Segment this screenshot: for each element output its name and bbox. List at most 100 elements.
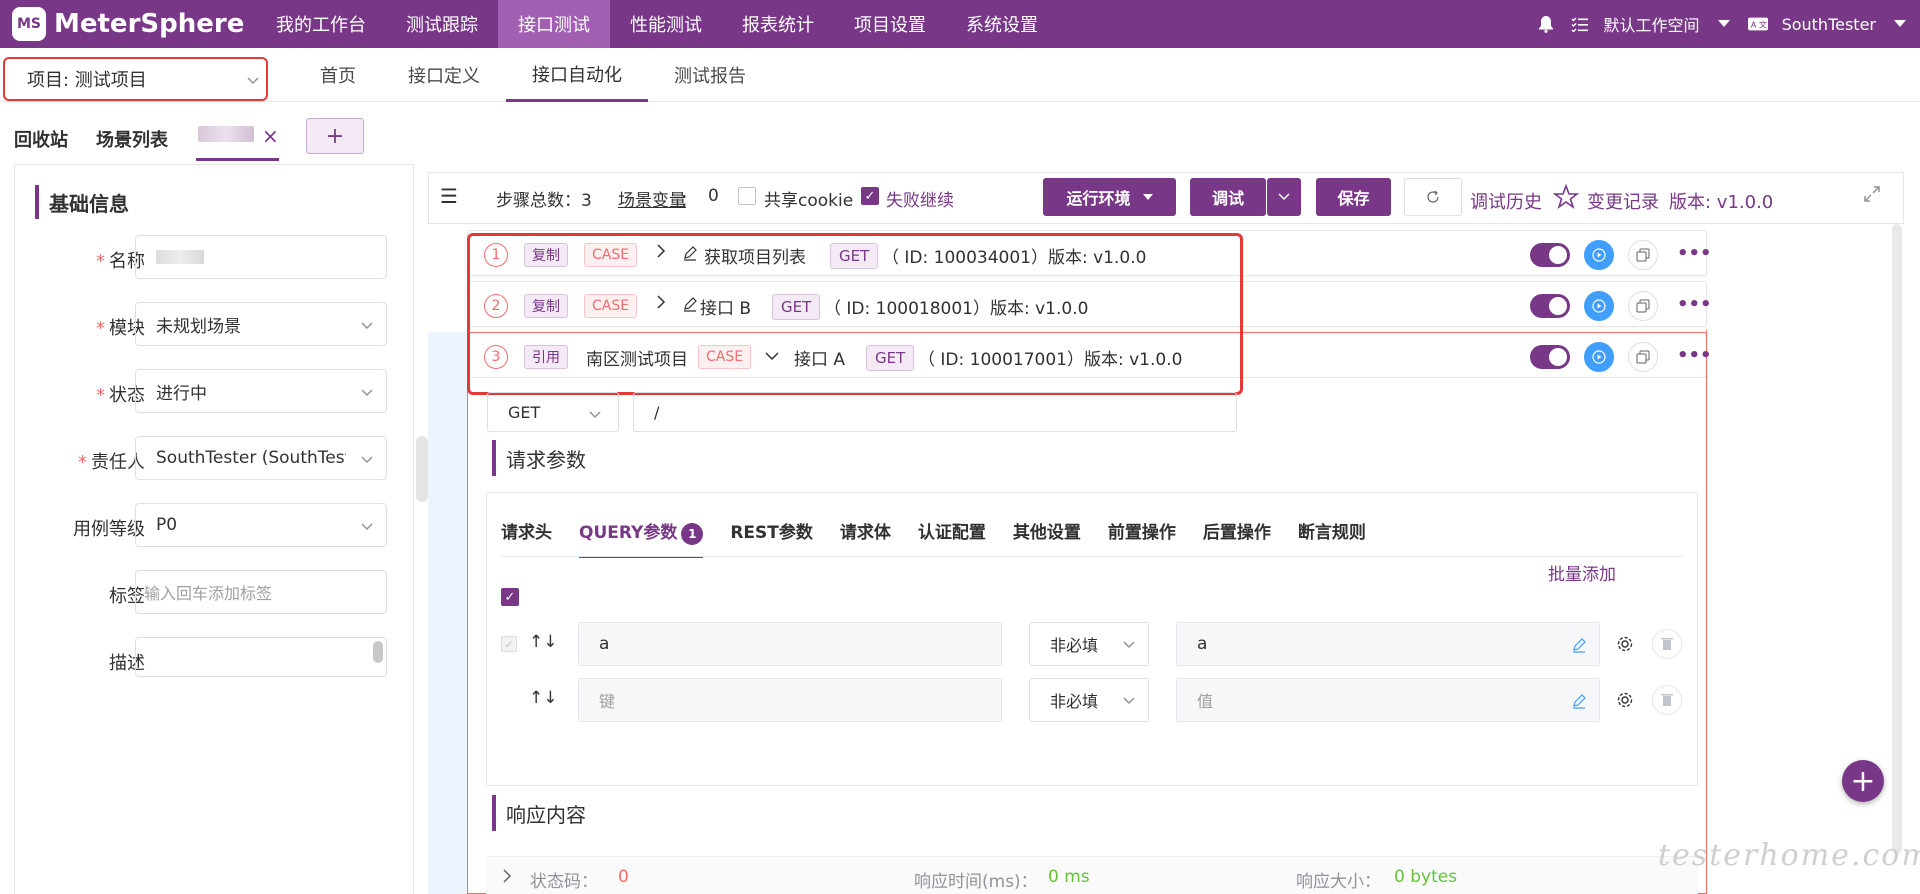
gear-icon[interactable] — [1610, 629, 1640, 659]
language-icon[interactable]: A文 — [1747, 14, 1768, 34]
delete-icon[interactable] — [1652, 685, 1682, 715]
tab-scenario-name-blurred[interactable] — [198, 126, 254, 142]
chevron-right-icon[interactable] — [502, 868, 512, 888]
add-step-fab[interactable]: + — [1842, 760, 1884, 802]
select-all-checkbox[interactable]: ✓ — [501, 588, 519, 606]
save-button[interactable]: 保存 — [1316, 178, 1391, 216]
project-selector[interactable]: 项目: 测试项目 — [3, 57, 268, 101]
nav-project-settings[interactable]: 项目设置 — [834, 0, 946, 48]
nav-api-test[interactable]: 接口测试 — [498, 0, 610, 48]
url-input[interactable]: / — [633, 392, 1237, 432]
caret-down-icon[interactable] — [1714, 14, 1734, 34]
chevron-down-icon — [246, 71, 260, 85]
scene-variables-link[interactable]: 场景变量 — [618, 186, 686, 211]
priority-select[interactable]: P0 — [135, 503, 387, 547]
basic-info-panel: 基础信息 * 名称 * 模块 未规划场景 * 状态 进行中 * 责任人 SouthTes… — [14, 164, 414, 894]
param-value-input[interactable]: 值 — [1176, 678, 1600, 722]
tab-close-icon[interactable]: × — [262, 124, 279, 148]
tab-other-settings[interactable]: 其他设置 — [1013, 518, 1081, 558]
response-title: 响应内容 — [492, 795, 586, 831]
param-required-select[interactable]: 非必填 — [1029, 678, 1149, 722]
logo[interactable]: MS MeterSphere — [12, 5, 244, 43]
bell-icon[interactable] — [1536, 14, 1556, 34]
top-right: 默认工作空间 A文 SouthTester — [1536, 0, 1910, 48]
task-list-icon[interactable] — [1570, 14, 1590, 34]
batch-add-link[interactable]: 批量添加 — [1548, 560, 1616, 585]
sort-arrows-icon[interactable]: ↑↓ — [529, 688, 558, 708]
run-step-button[interactable] — [1584, 342, 1614, 372]
play-icon — [1592, 299, 1606, 313]
star-icon[interactable] — [1552, 183, 1580, 214]
subnav-api-automation[interactable]: 接口自动化 — [506, 48, 648, 102]
fullscreen-icon[interactable] — [1862, 184, 1882, 204]
name-input[interactable] — [135, 235, 387, 279]
sort-arrows-icon[interactable]: ↑↓ — [529, 632, 558, 652]
tab-pre-processors[interactable]: 前置操作 — [1108, 518, 1176, 558]
param-value-input[interactable]: a — [1176, 622, 1600, 666]
run-step-button[interactable] — [1584, 291, 1614, 321]
tab-auth[interactable]: 认证配置 — [918, 518, 986, 558]
subnav-test-report[interactable]: 测试报告 — [648, 48, 772, 102]
fail-continue-checkbox[interactable]: ✓ — [861, 187, 879, 205]
step-enable-toggle[interactable] — [1530, 345, 1570, 369]
top-bar: MS MeterSphere 我的工作台 测试跟踪 接口测试 性能测试 报表统计… — [0, 0, 1920, 48]
debug-button[interactable]: 调试 — [1190, 178, 1266, 216]
add-tab-button[interactable]: + — [306, 118, 364, 154]
step-enable-toggle[interactable] — [1530, 243, 1570, 267]
nav-workbench[interactable]: 我的工作台 — [256, 0, 386, 48]
collapse-handle[interactable] — [416, 436, 428, 502]
main-scrollbar[interactable] — [1892, 224, 1902, 854]
debug-dropdown-button[interactable] — [1267, 178, 1301, 216]
more-icon[interactable]: ••• — [1677, 345, 1712, 366]
module-select[interactable]: 未规划场景 — [135, 302, 387, 346]
run-environment-button[interactable]: 运行环境 — [1043, 178, 1176, 216]
copy-step-button[interactable] — [1628, 240, 1658, 270]
more-icon[interactable]: ••• — [1677, 243, 1712, 264]
change-log-link[interactable]: 变更记录 — [1587, 188, 1659, 214]
tab-headers[interactable]: 请求头 — [501, 518, 552, 558]
user-caret-down-icon[interactable] — [1890, 14, 1910, 34]
param-required-select[interactable]: 非必填 — [1029, 622, 1149, 666]
copy-icon — [1636, 299, 1650, 313]
tab-rest-params[interactable]: REST参数 — [730, 518, 813, 558]
subnav-api-definition[interactable]: 接口定义 — [382, 48, 506, 102]
tab-query-params[interactable]: QUERY参数 1 — [579, 518, 704, 558]
debug-history-link[interactable]: 调试历史 — [1470, 188, 1542, 214]
share-cookie-checkbox[interactable] — [738, 187, 756, 205]
edit-icon[interactable] — [1571, 637, 1587, 653]
description-textarea[interactable] — [135, 637, 387, 677]
refresh-button[interactable] — [1404, 178, 1462, 216]
method-value: GET — [508, 402, 541, 422]
field-module: * 模块 未规划场景 — [15, 302, 415, 346]
edit-icon[interactable] — [1571, 693, 1587, 709]
param-key-input[interactable]: a — [578, 622, 1002, 666]
workspace-selector[interactable]: 默认工作空间 — [1604, 12, 1700, 36]
textarea-scrollbar[interactable] — [373, 641, 383, 663]
row-checkbox[interactable]: ✓ — [501, 636, 517, 652]
more-icon[interactable]: ••• — [1677, 294, 1712, 315]
tab-post-processors[interactable]: 后置操作 — [1203, 518, 1271, 558]
copy-step-button[interactable] — [1628, 342, 1658, 372]
tab-scenario-list[interactable]: 场景列表 — [96, 126, 168, 152]
copy-step-button[interactable] — [1628, 291, 1658, 321]
nav-system-settings[interactable]: 系统设置 — [946, 0, 1058, 48]
request-params-title: 请求参数 — [492, 440, 586, 476]
menu-icon[interactable]: ☰ — [440, 184, 458, 208]
gear-icon[interactable] — [1610, 685, 1640, 715]
status-select[interactable]: 进行中 — [135, 369, 387, 413]
tags-input[interactable]: 输入回车添加标签 — [135, 570, 387, 614]
nav-performance[interactable]: 性能测试 — [610, 0, 722, 48]
owner-select[interactable]: SouthTester (SouthTester) — [135, 436, 387, 480]
nav-reports[interactable]: 报表统计 — [722, 0, 834, 48]
param-key-input[interactable]: 键 — [578, 678, 1002, 722]
step-enable-toggle[interactable] — [1530, 294, 1570, 318]
delete-icon[interactable] — [1652, 629, 1682, 659]
run-step-button[interactable] — [1584, 240, 1614, 270]
tab-assertions[interactable]: 断言规则 — [1298, 518, 1366, 558]
tab-body[interactable]: 请求体 — [840, 518, 891, 558]
tab-recycle-bin[interactable]: 回收站 — [14, 126, 68, 152]
user-menu[interactable]: SouthTester — [1782, 15, 1876, 34]
method-select[interactable]: GET — [487, 392, 619, 432]
subnav-home[interactable]: 首页 — [294, 48, 382, 102]
nav-test-track[interactable]: 测试跟踪 — [386, 0, 498, 48]
